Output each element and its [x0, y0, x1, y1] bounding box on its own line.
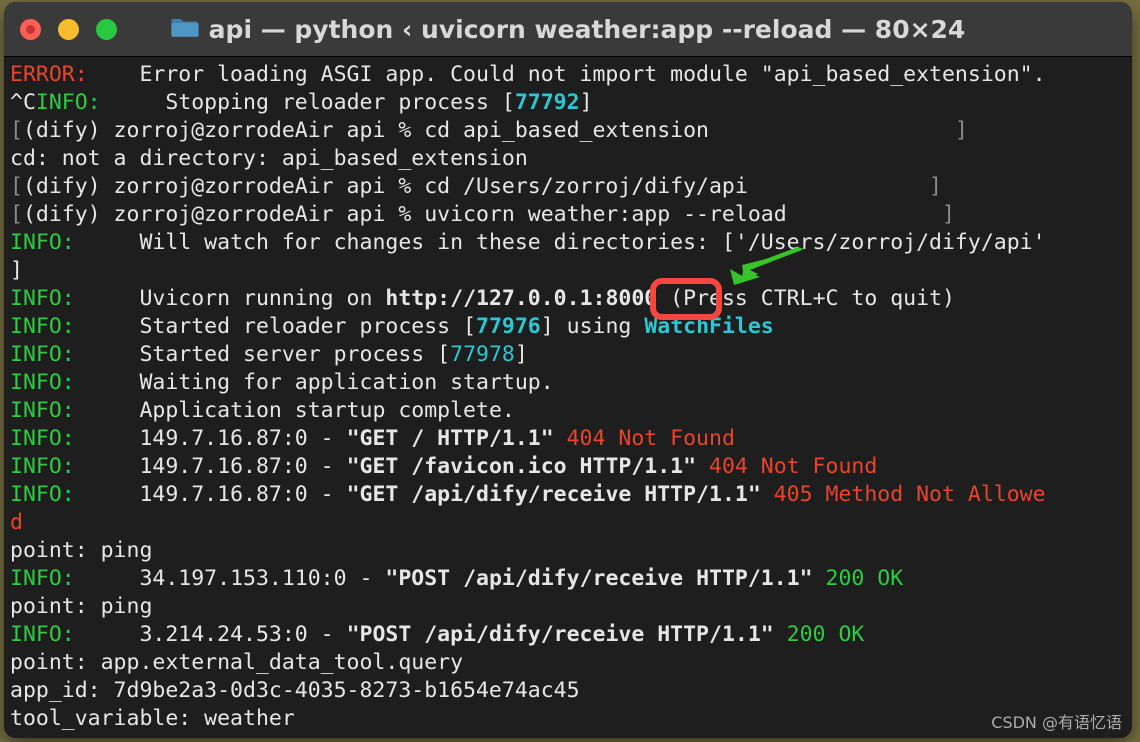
window-controls: [20, 18, 117, 40]
watermark: CSDN @有语忆语: [991, 713, 1122, 732]
window-title: api — python ‹ uvicorn weather:app --rel…: [208, 14, 966, 44]
terminal-line: point: ping: [10, 537, 1132, 565]
terminal-line: INFO: Started reloader process [77976] u…: [10, 313, 1132, 341]
terminal-line: tool_variable: weather: [10, 705, 1132, 733]
terminal-text: 405 Method Not Allowe: [760, 482, 1046, 507]
terminal-text: (Press CTRL+C to quit): [657, 286, 955, 311]
terminal-text: point: ping: [10, 538, 153, 563]
terminal-text: INFO:: [10, 482, 75, 507]
terminal-text: d: [10, 510, 23, 535]
terminal-text: 3.214.24.53:0 -: [74, 622, 347, 647]
terminal-text: ]: [709, 118, 968, 143]
terminal-text: "GET /api/dify/receive HTTP/1.1": [346, 482, 761, 507]
terminal-text: Will watch for changes in these director…: [74, 230, 1046, 255]
terminal-text: tool_variable: weather: [10, 706, 295, 731]
terminal-text: Started reloader process [: [74, 314, 477, 339]
terminal-text: [: [10, 174, 23, 199]
terminal-text: [: [10, 202, 23, 227]
terminal-text: ]: [514, 342, 528, 367]
terminal-text: 149.7.16.87:0 -: [74, 454, 347, 479]
terminal-text: 200 OK: [812, 566, 904, 591]
terminal-text: point: ping: [10, 594, 153, 619]
terminal-text: point: app.external_data_tool.query: [10, 650, 464, 675]
terminal-text: INFO:: [10, 398, 75, 423]
terminal-line: cd: not a directory: api_based_extension: [10, 145, 1132, 173]
terminal-line: ]: [10, 257, 1132, 285]
terminal-line: [(dify) zorroj@zorrodeAir api % cd /User…: [10, 173, 1132, 201]
terminal-text: 149.7.16.87:0 -: [74, 482, 347, 507]
terminal-text: (dify) zorroj@zorrodeAir api % cd api_ba…: [22, 118, 709, 143]
terminal-text: ]: [579, 90, 593, 115]
terminal-line: d: [10, 509, 1132, 537]
terminal-text: Application startup complete.: [74, 398, 515, 423]
terminal-text: Stopping reloader process [: [100, 90, 515, 115]
terminal-text: Started server process [: [74, 342, 451, 367]
terminal-text: 34.197.153.110:0 -: [74, 566, 386, 591]
terminal-text: 77976: [476, 314, 541, 339]
terminal-text: [: [10, 118, 23, 143]
folder-icon: [171, 15, 199, 43]
terminal-text: 77978: [450, 342, 515, 367]
terminal-line: INFO: Waiting for application startup.: [10, 369, 1132, 397]
terminal-line: INFO: Started server process [77978]: [10, 341, 1132, 369]
terminal-text: INFO:: [10, 342, 75, 367]
terminal-text: INFO:: [10, 454, 75, 479]
terminal-output[interactable]: ERROR: Error loading ASGI app. Could not…: [4, 57, 1132, 738]
terminal-text: "POST /api/dify/receive HTTP/1.1": [385, 566, 813, 591]
terminal-text: INFO:: [10, 426, 75, 451]
terminal-line: point: ping: [10, 593, 1132, 621]
terminal-text: INFO:: [10, 566, 75, 591]
terminal-line: INFO: Will watch for changes in these di…: [10, 229, 1132, 257]
terminal-text: 149.7.16.87:0 -: [74, 426, 347, 451]
terminal-text: 200 OK: [773, 622, 865, 647]
terminal-line: INFO: 3.214.24.53:0 - "POST /api/dify/re…: [10, 621, 1132, 649]
terminal-text: ]: [786, 202, 955, 227]
terminal-line: INFO: 149.7.16.87:0 - "GET /favicon.ico …: [10, 453, 1132, 481]
terminal-text: INFO:: [10, 370, 75, 395]
terminal-text: INFO:: [10, 230, 75, 255]
terminal-text: Waiting for application startup.: [74, 370, 554, 395]
terminal-line: ^CINFO: Stopping reloader process [77792…: [10, 89, 1132, 117]
terminal-text: (dify) zorroj@zorrodeAir api % uvicorn w…: [22, 202, 787, 227]
terminal-text: (dify) zorroj@zorrodeAir api % cd /Users…: [22, 174, 748, 199]
zoom-button[interactable]: [96, 18, 117, 40]
window-title-group: api — python ‹ uvicorn weather:app --rel…: [4, 15, 1132, 44]
terminal-line: INFO: Application startup complete.: [10, 397, 1132, 425]
terminal-line: app_id: 7d9be2a3-0d3c-4035-8273-b1654e74…: [10, 677, 1132, 705]
terminal-text: "GET /favicon.ico HTTP/1.1": [346, 454, 697, 479]
terminal-line: [(dify) zorroj@zorrodeAir api % uvicorn …: [10, 201, 1132, 229]
terminal-text: ]: [10, 258, 23, 283]
terminal-text: INFO:: [10, 286, 75, 311]
terminal-line: point: app.external_data_tool.query: [10, 649, 1132, 677]
window-titlebar[interactable]: api — python ‹ uvicorn weather:app --rel…: [4, 2, 1132, 57]
terminal-text: "GET / HTTP/1.1": [346, 426, 554, 451]
terminal-text: ERROR:: [10, 62, 88, 87]
terminal-text: Error loading ASGI app. Could not import…: [87, 62, 1046, 87]
terminal-text: 404 Not Found: [696, 454, 878, 479]
terminal-text: ^C: [10, 90, 36, 115]
terminal-text: http://127.0.0.1:8000: [385, 286, 658, 311]
terminal-line: INFO: Uvicorn running on http://127.0.0.…: [10, 285, 1132, 313]
terminal-text: INFO:: [10, 314, 75, 339]
minimize-button[interactable]: [58, 18, 79, 40]
terminal-text: WatchFiles: [644, 314, 774, 339]
terminal-text: 404 Not Found: [553, 426, 735, 451]
terminal-text: INFO:: [35, 90, 101, 115]
terminal-text: ] using: [540, 314, 645, 339]
terminal-line: INFO: 149.7.16.87:0 - "GET /api/dify/rec…: [10, 481, 1132, 509]
terminal-text: Uvicorn running on: [74, 286, 386, 311]
terminal-line: ERROR: Error loading ASGI app. Could not…: [10, 61, 1132, 89]
close-button[interactable]: [20, 18, 41, 40]
terminal-text: ]: [747, 174, 942, 199]
terminal-line: INFO: 34.197.153.110:0 - "POST /api/dify…: [10, 565, 1132, 593]
terminal-window: api — python ‹ uvicorn weather:app --rel…: [4, 2, 1132, 738]
terminal-text: "POST /api/dify/receive HTTP/1.1": [346, 622, 774, 647]
terminal-text: app_id: 7d9be2a3-0d3c-4035-8273-b1654e74…: [10, 678, 580, 703]
terminal-text: cd: not a directory: api_based_extension: [10, 146, 528, 171]
terminal-text: 77792: [514, 90, 580, 115]
terminal-line: INFO: 149.7.16.87:0 - "GET / HTTP/1.1" 4…: [10, 425, 1132, 453]
terminal-line: [(dify) zorroj@zorrodeAir api % cd api_b…: [10, 117, 1132, 145]
terminal-text: INFO:: [10, 622, 75, 647]
